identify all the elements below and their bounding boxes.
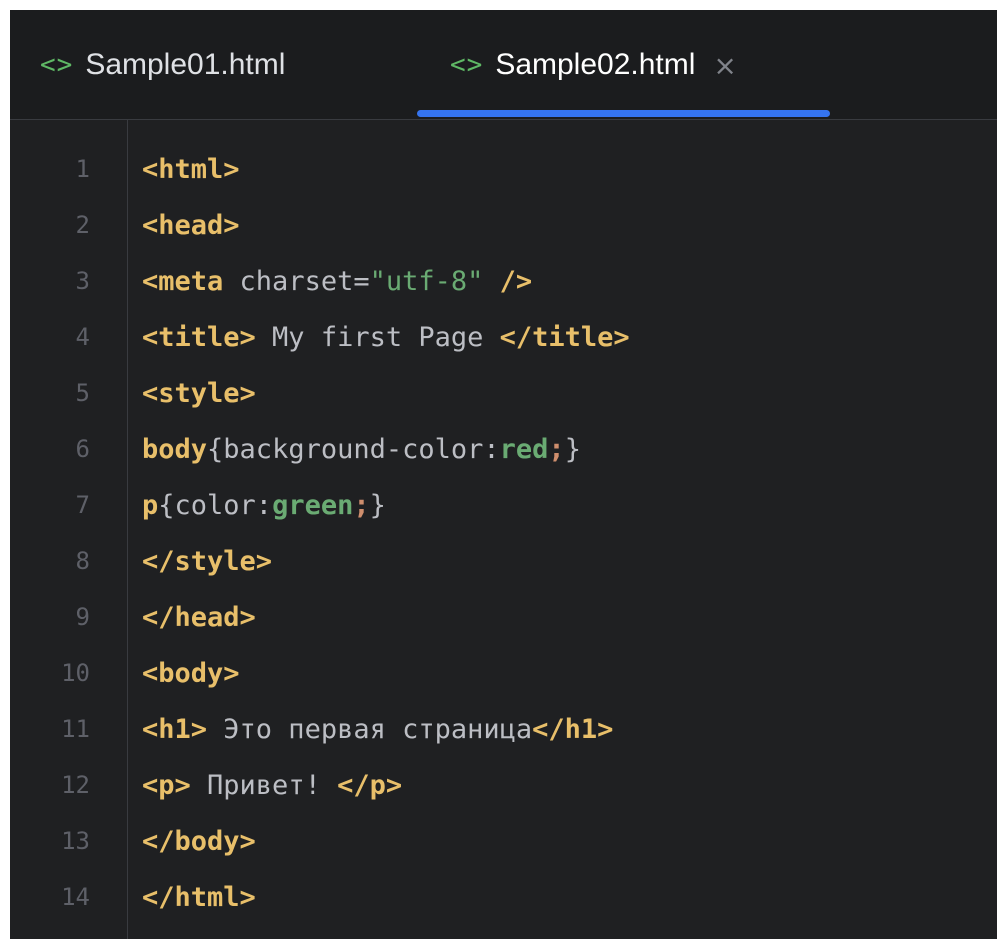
editor-window: <> Sample01.html <> Sample02.html × 1 <ht… [10, 10, 997, 939]
line-number: 10 [61, 659, 90, 687]
line-number: 4 [75, 323, 90, 351]
tab-sample02[interactable]: <> Sample02.html × [450, 10, 737, 120]
code-line[interactable]: 4 <title> My first Page </title> [10, 309, 997, 365]
code-token: } [369, 489, 386, 521]
tab-bar: <> Sample01.html <> Sample02.html × [10, 10, 997, 120]
code-token: </style> [142, 545, 273, 577]
code-token: "utf-8" [369, 265, 484, 297]
code-line[interactable]: 1 <html> [10, 141, 997, 197]
code-editor[interactable]: 1 <html> 2 <head> 3 <meta charset="utf-8" /> 4… [10, 120, 997, 939]
code-line[interactable]: 9 </head> [10, 589, 997, 645]
code-text: <title> My first Page </title> [142, 322, 630, 353]
code-line[interactable]: 8 </style> [10, 533, 997, 589]
line-number: 7 [75, 491, 90, 519]
code-line[interactable]: 2 <head> [10, 197, 997, 253]
code-token: color: [174, 489, 273, 521]
code-line[interactable]: 13 </body> [10, 813, 997, 869]
code-token: { [207, 433, 224, 465]
code-text: </head> [142, 602, 256, 633]
line-number: 5 [75, 379, 90, 407]
code-token: <html> [142, 153, 240, 185]
code-token: Это первая страница [207, 713, 533, 745]
code-token: ; [548, 433, 565, 465]
tab-sample01[interactable]: <> Sample01.html [40, 10, 285, 120]
code-token: { [158, 489, 175, 521]
code-text: <p> Привет! </p> [142, 770, 402, 801]
code-line[interactable]: 11 <h1> Это первая страница</h1> [10, 701, 997, 757]
tab-label: Sample02.html [495, 48, 696, 81]
line-number: 13 [61, 827, 90, 855]
line-number: 12 [61, 771, 90, 799]
code-token: green [272, 489, 354, 521]
code-token: <p> [142, 769, 191, 801]
code-text: body{background-color:red;} [142, 434, 581, 465]
html-file-icon: <> [40, 50, 74, 80]
line-number: 6 [75, 435, 90, 463]
code-line[interactable]: 10 <body> [10, 645, 997, 701]
code-token: red [499, 433, 549, 465]
line-number: 3 [75, 267, 90, 295]
code-text: <meta charset="utf-8" /> [142, 266, 532, 297]
code-line[interactable]: 6 body{background-color:red;} [10, 421, 997, 477]
code-text: <head> [142, 210, 240, 241]
code-token: </h1> [532, 713, 614, 745]
code-token: Привет! [190, 769, 338, 801]
code-line[interactable]: 5 <style> [10, 365, 997, 421]
code-text: <h1> Это первая страница</h1> [142, 714, 613, 745]
code-token: <body> [142, 657, 240, 689]
line-number: 8 [75, 547, 90, 575]
line-number: 14 [61, 883, 90, 911]
code-token: <meta [142, 265, 240, 297]
code-token: ; [353, 489, 370, 521]
close-icon[interactable]: × [713, 49, 736, 82]
code-token: </head> [142, 601, 256, 633]
code-token: body [142, 433, 208, 465]
code-text: </body> [142, 826, 256, 857]
code-text: p{color:green;} [142, 490, 386, 521]
code-line[interactable]: 7 p{color:green;} [10, 477, 997, 533]
line-number: 9 [75, 603, 90, 631]
code-text: </html> [142, 882, 256, 913]
line-number: 1 [75, 155, 90, 183]
code-token: /> [483, 265, 533, 297]
code-token: </html> [142, 881, 256, 913]
code-line[interactable]: 12 <p> Привет! </p> [10, 757, 997, 813]
code-text: <body> [142, 658, 240, 689]
code-token: My first Page [255, 321, 500, 353]
code-token: <style> [142, 377, 256, 409]
code-token: p [142, 489, 159, 521]
active-tab-indicator [417, 110, 830, 117]
code-token: <head> [142, 209, 240, 241]
code-text: <html> [142, 154, 240, 185]
code-line[interactable]: 14 </html> [10, 869, 997, 925]
html-file-icon: <> [450, 50, 484, 80]
code-token: } [564, 433, 581, 465]
code-text: <style> [142, 378, 256, 409]
code-token: charset= [239, 265, 370, 297]
code-token: </title> [499, 321, 630, 353]
tab-label: Sample01.html [85, 48, 286, 81]
code-token: </body> [142, 825, 256, 857]
code-token: background-color: [223, 433, 500, 465]
line-number: 11 [61, 715, 90, 743]
code-line[interactable]: 3 <meta charset="utf-8" /> [10, 253, 997, 309]
code-token: </p> [337, 769, 403, 801]
code-text: </style> [142, 546, 272, 577]
code-token: <title> [142, 321, 256, 353]
code-token: <h1> [142, 713, 208, 745]
line-number: 2 [75, 211, 90, 239]
